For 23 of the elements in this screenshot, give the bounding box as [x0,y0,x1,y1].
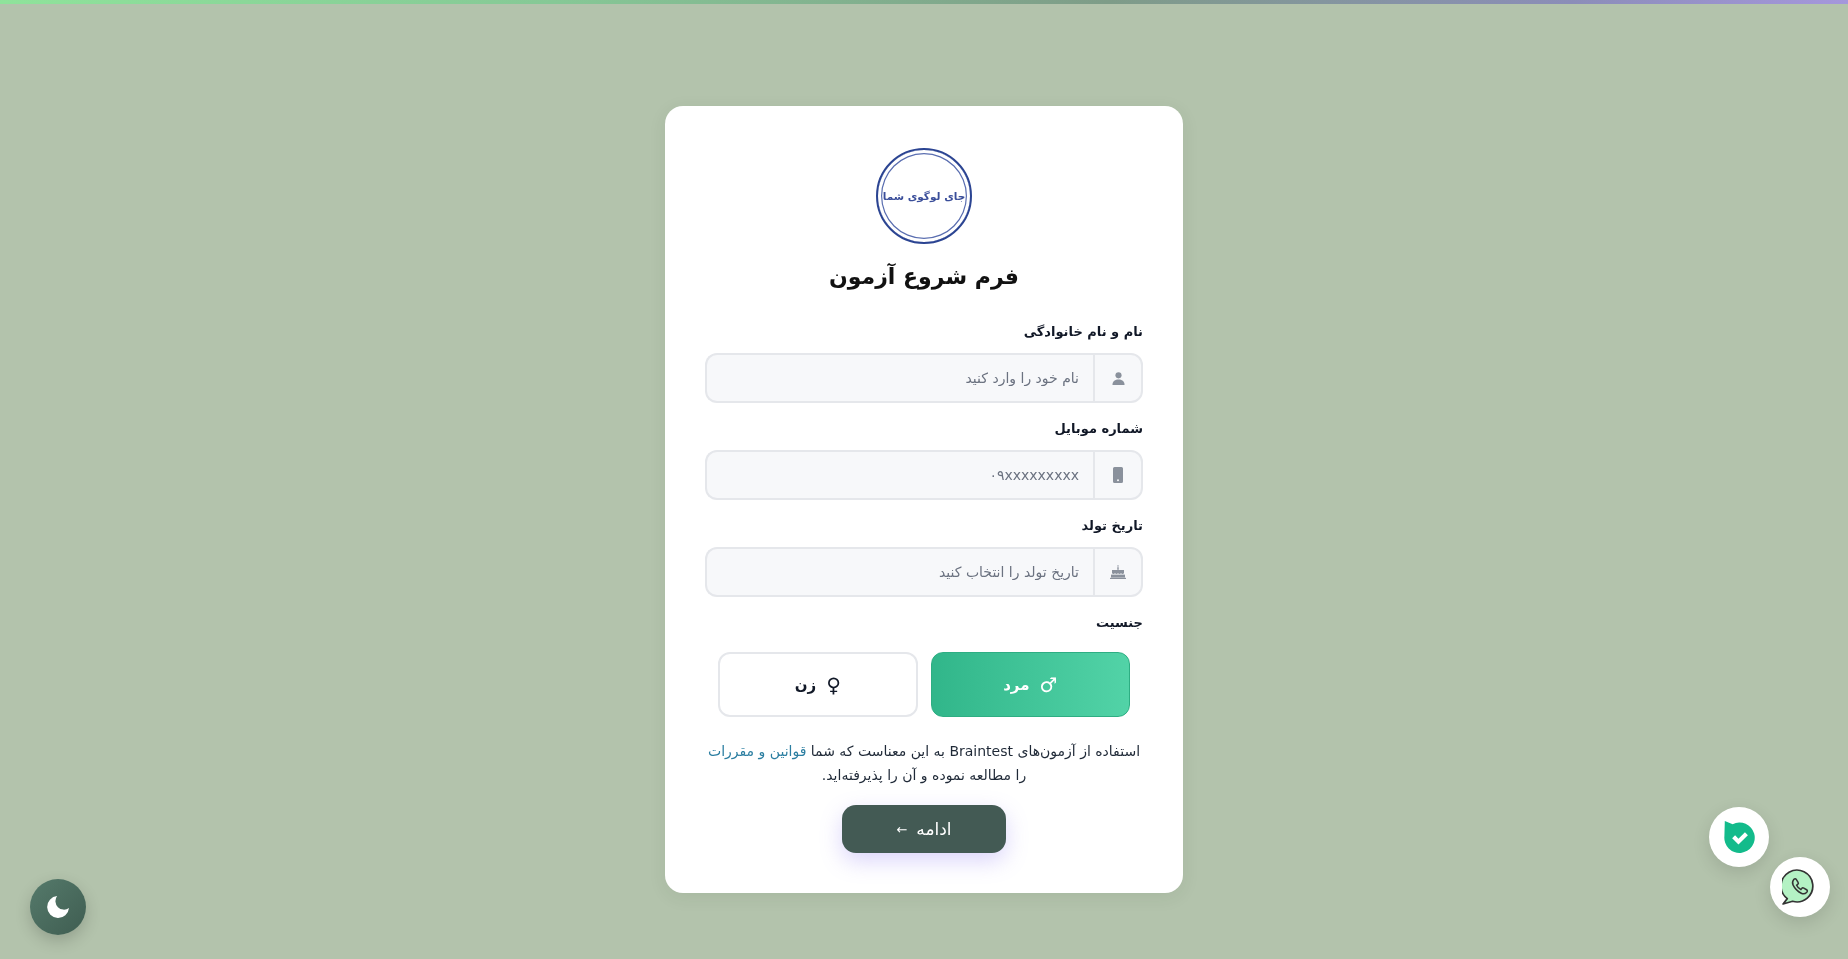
form-title: فرم شروع آزمون [828,262,1020,292]
left-arrow-icon: ← [896,822,908,836]
terms-link[interactable]: قوانین و مقررات [707,743,807,759]
field-label: نام و نام خانوادگی [1022,323,1143,342]
cake-icon [1110,565,1126,579]
field-label: جنسیت [1095,614,1143,632]
field-label: شماره موبایل [1053,420,1143,438]
name-input-field[interactable]: نام خود را وارد کنید [705,353,1093,403]
chat-button[interactable] [1770,857,1830,917]
moon-icon [47,896,69,918]
phone-icon [1113,467,1123,483]
terms-text: استفاده از آزمون‌های Braintest به این معناست که شما قوانین و مقررات را مطالعه نموده و آن را پذیرفته‌اید. [706,742,1142,786]
dark-mode-button[interactable] [30,879,86,935]
user-icon [1111,371,1125,385]
birthdate-input-field[interactable]: تاریخ تولد را انتخاب کنید [705,547,1093,597]
female-symbol-icon: ♀ [826,674,841,695]
mobile-input-field[interactable]: ۰۹xxxxxxxxx [705,450,1093,500]
gender-option-button[interactable]: ♀ زن [718,652,918,717]
continue-button[interactable]: ادامه ← [842,805,1006,853]
male-symbol-icon: ♂ [1039,674,1058,695]
check-badge-icon [1723,821,1755,853]
field-label: تاریخ تولد [1080,517,1143,535]
logo-placeholder-text: جای لوگوی شما [882,190,966,202]
